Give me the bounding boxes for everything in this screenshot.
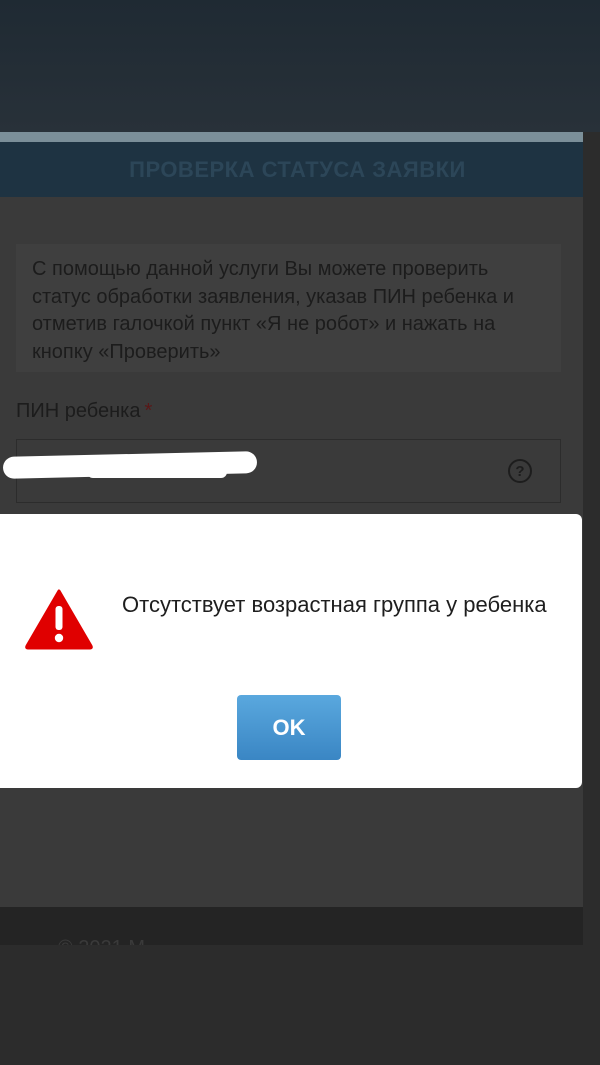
footer-text: © 2021 М (58, 937, 145, 945)
pin-label-text: ПИН ребенка (16, 400, 141, 422)
status-bar-area (0, 0, 600, 132)
footer: © 2021 М (0, 907, 583, 945)
alert-dialog: Отсутствует возрастная группа у ребенка … (0, 514, 582, 788)
pin-label: ПИН ребенка * (16, 400, 152, 423)
pin-input[interactable]: 111 57 ? (2, 439, 561, 503)
page-title: ПРОВЕРКА СТАТУСА ЗАЯВКИ (129, 156, 466, 182)
page-header: ПРОВЕРКА СТАТУСА ЗАЯВКИ (0, 142, 583, 197)
redaction-mark (87, 466, 227, 478)
required-mark: * (144, 400, 153, 422)
help-icon[interactable]: ? (508, 459, 532, 483)
header-strip (0, 132, 583, 142)
ok-button[interactable]: OK (237, 695, 341, 760)
info-box: С помощью данной услуги Вы можете провер… (16, 244, 561, 372)
warning-triangle-icon (25, 589, 93, 650)
dialog-message: Отсутствует возрастная группа у ребенка (122, 592, 547, 617)
